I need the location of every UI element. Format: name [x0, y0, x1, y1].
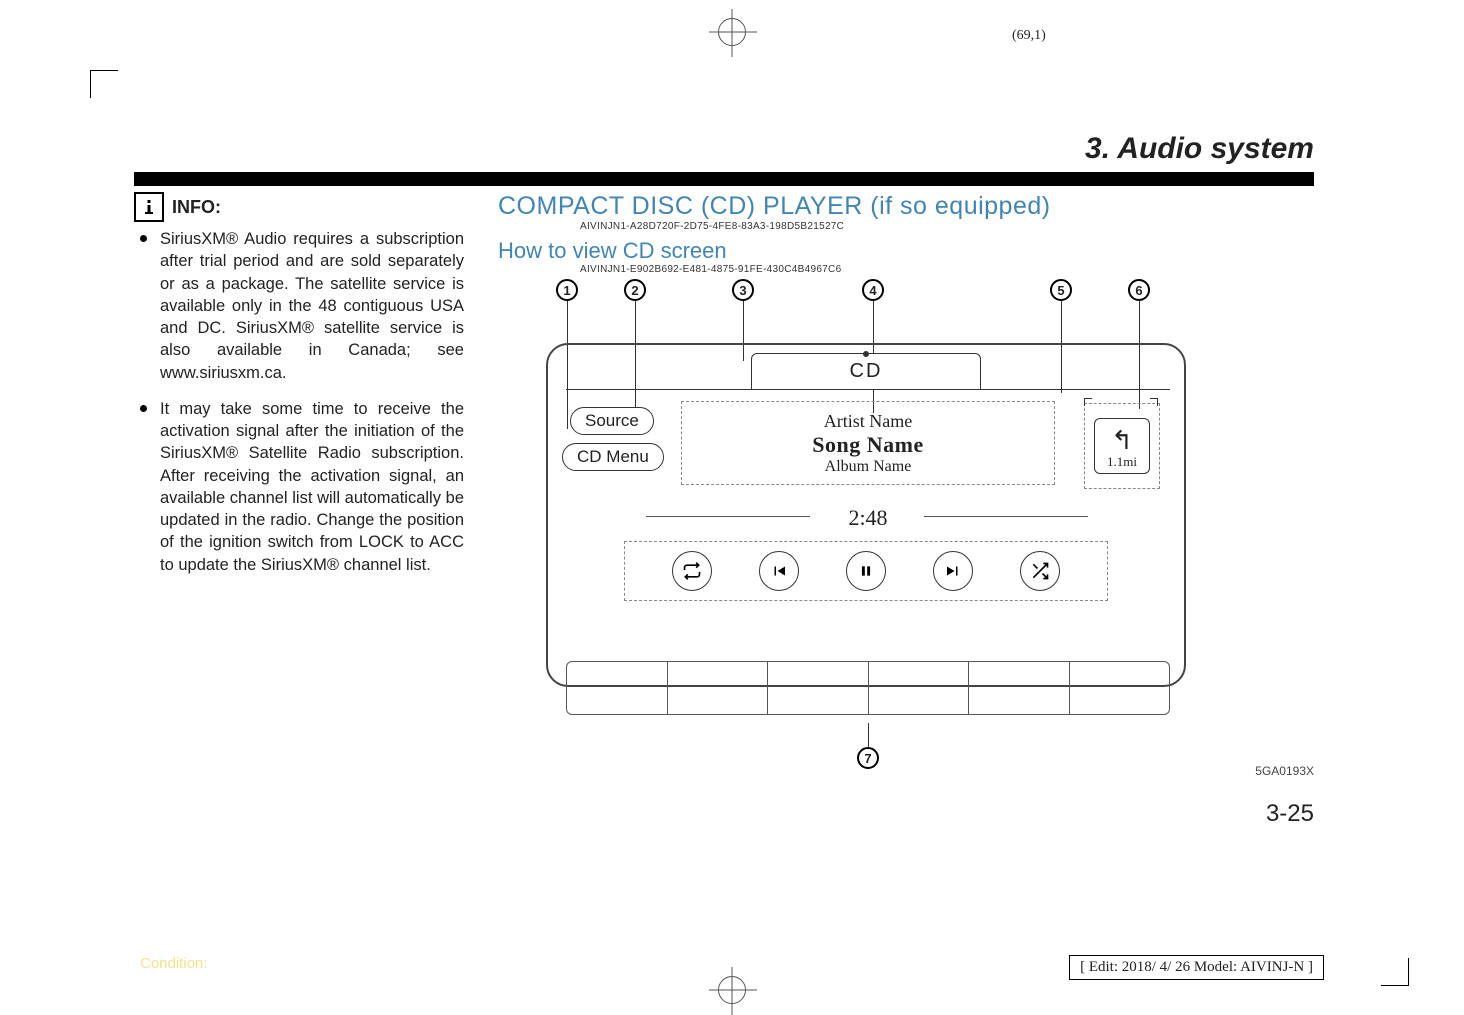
subsection-guid: AIVINJN1-E902B692-E481-4875-91FE-430C4B4… — [580, 264, 1314, 275]
nav-distance: 1.1mi — [1107, 454, 1137, 470]
softkey-3[interactable] — [768, 661, 869, 715]
turn-arrow-icon: ↰ — [1111, 425, 1133, 456]
softkey-4[interactable] — [869, 661, 970, 715]
crop-mark-bottom — [718, 976, 746, 1004]
info-icon — [134, 192, 164, 222]
album-name: Album Name — [812, 458, 923, 476]
artist-name: Artist Name — [812, 411, 923, 432]
cd-screen-diagram: 1 2 3 4 5 6 CD Source CD Menu Ar — [546, 283, 1314, 733]
left-column: INFO: SiriusXM® Audio requires a subscri… — [134, 192, 464, 900]
callout-row: 1 2 3 4 5 6 — [546, 279, 1190, 319]
subsection-heading: How to view CD screen — [498, 238, 1314, 264]
info-header-row: INFO: — [134, 192, 464, 222]
crop-mark-top — [718, 18, 746, 46]
next-track-button[interactable] — [933, 551, 973, 591]
repeat-button[interactable] — [672, 551, 712, 591]
softkey-2[interactable] — [668, 661, 769, 715]
playback-controls-row — [624, 541, 1108, 601]
crop-corner-top-left — [90, 70, 118, 98]
section-guid: AIVINJN1-A28D720F-2D75-4FE8-83A3-198D5B2… — [580, 221, 1314, 232]
page-number: 3-25 — [1266, 800, 1314, 828]
image-reference-code: 5GA0193X — [1255, 764, 1314, 778]
chapter-title: 3. Audio system — [1085, 132, 1314, 166]
nav-box-corner-left — [1084, 398, 1092, 406]
softkey-5[interactable] — [969, 661, 1070, 715]
song-name: Song Name — [812, 432, 923, 458]
crop-corner-bottom-right — [1381, 958, 1409, 986]
source-button[interactable]: Source — [570, 407, 654, 435]
info-bullet-list: SiriusXM® Audio requires a subscription … — [134, 228, 464, 576]
track-info-box: Artist Name Song Name Album Name — [681, 401, 1055, 485]
cd-tab-label: CD — [850, 360, 883, 383]
list-item: SiriusXM® Audio requires a subscription … — [134, 228, 464, 384]
condition-label: Condition: — [140, 955, 208, 972]
page-coordinate: (69,1) — [1012, 28, 1046, 44]
callout-7: 7 — [857, 723, 879, 769]
edit-info-box: [ Edit: 2018/ 4/ 26 Model: AIVINJ-N ] — [1069, 955, 1324, 980]
info-label: INFO: — [172, 197, 221, 218]
previous-track-button[interactable] — [759, 551, 799, 591]
nav-turn-widget: ↰ 1.1mi — [1084, 403, 1160, 489]
section-heading: COMPACT DISC (CD) PLAYER (if so equipped… — [498, 192, 1314, 221]
cd-menu-button[interactable]: CD Menu — [562, 443, 664, 471]
content-area: INFO: SiriusXM® Audio requires a subscri… — [134, 192, 1314, 900]
softkey-6[interactable] — [1070, 661, 1171, 715]
list-item: It may take some time to receive the act… — [134, 398, 464, 576]
nav-box-corner-right — [1150, 398, 1158, 406]
right-column: COMPACT DISC (CD) PLAYER (if so equipped… — [498, 192, 1314, 900]
pause-button[interactable] — [846, 551, 886, 591]
softkey-1[interactable] — [566, 661, 668, 715]
section-divider-bar — [134, 172, 1314, 186]
elapsed-time: 2:48 — [546, 505, 1190, 531]
cd-tab: CD — [751, 353, 981, 389]
bottom-softkey-row — [566, 661, 1170, 715]
screen-top-line — [566, 389, 1170, 390]
shuffle-button[interactable] — [1020, 551, 1060, 591]
